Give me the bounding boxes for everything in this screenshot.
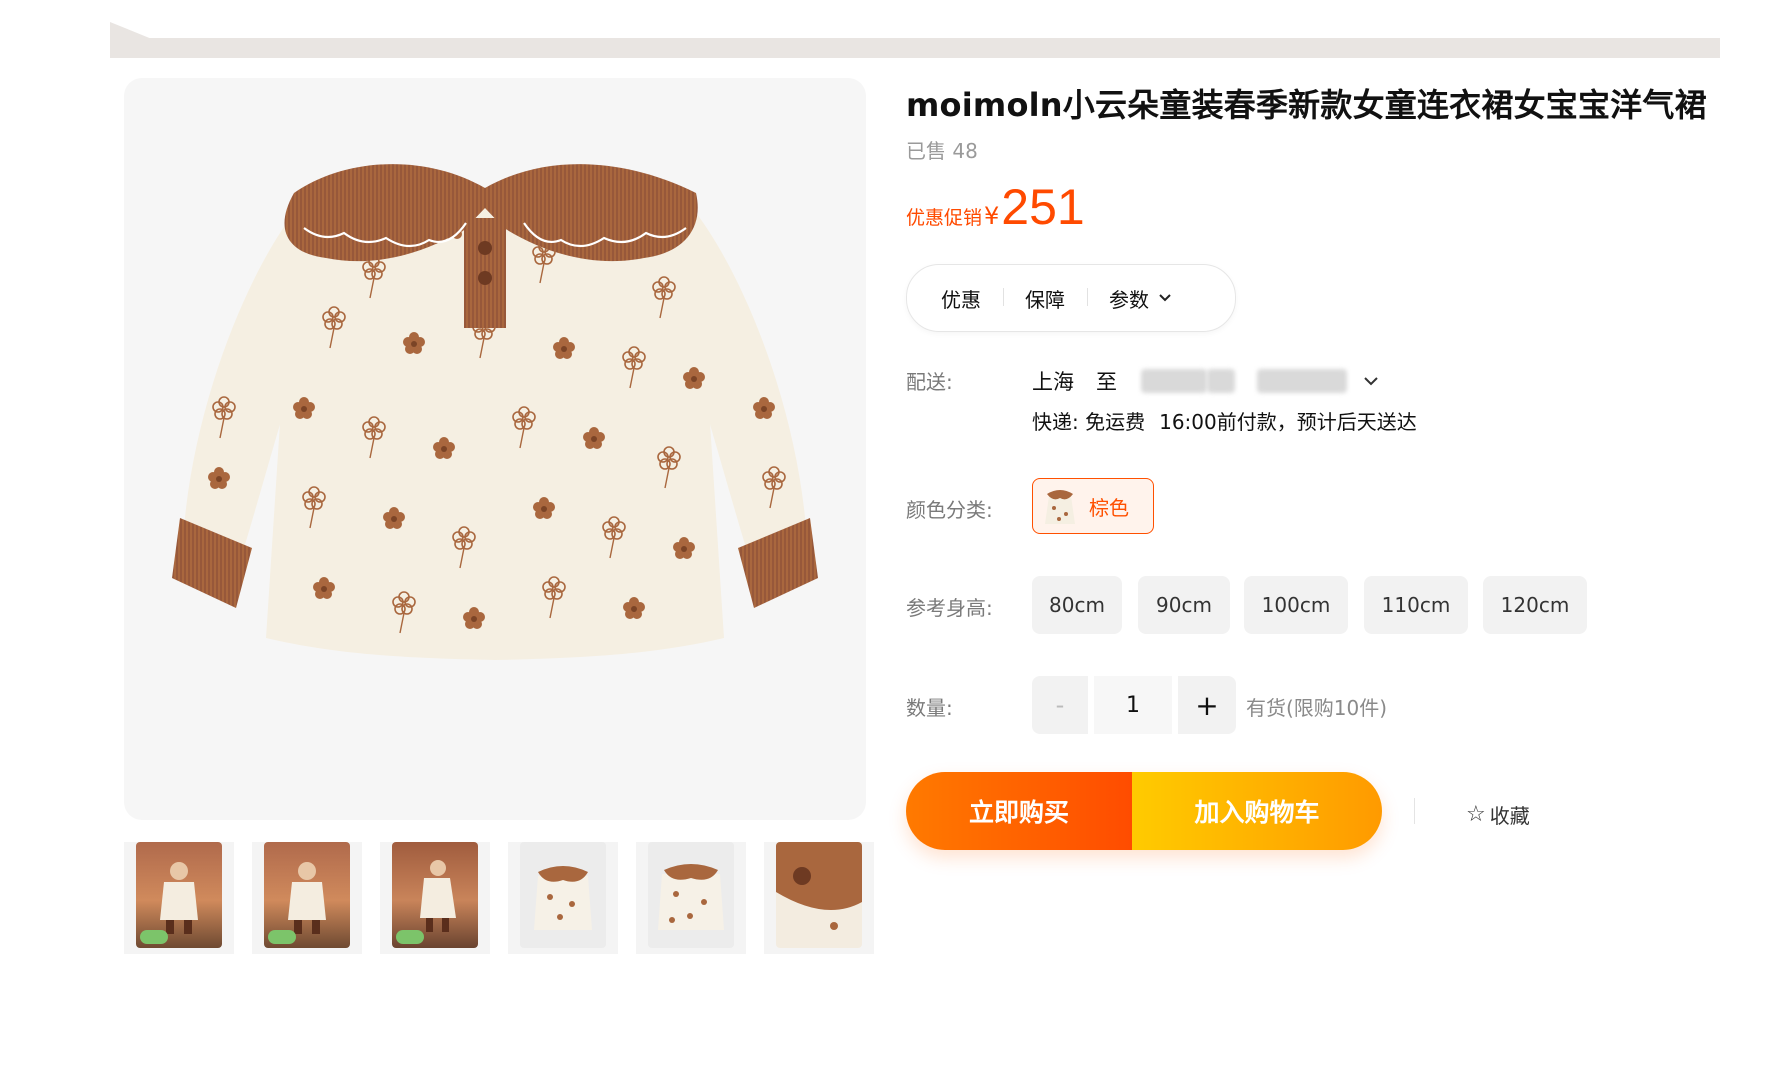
tab-label: 参数 xyxy=(1109,287,1149,312)
buy-now-button[interactable]: 立即购买 xyxy=(906,772,1132,850)
thumbnail-2[interactable] xyxy=(252,842,362,954)
quantity-decrease-button[interactable]: - xyxy=(1032,676,1088,734)
page-header-bar xyxy=(110,38,1720,58)
chevron-down-icon[interactable] xyxy=(1361,371,1381,391)
size-option-100[interactable]: 100cm xyxy=(1244,576,1348,634)
delivery-to-word: 至 xyxy=(1096,370,1117,394)
price-row: 优惠促销¥251 xyxy=(906,178,1085,236)
purchase-buttons: 立即购买 加入购物车 xyxy=(906,772,1382,850)
price-value: 251 xyxy=(1001,179,1085,235)
thumbnail-1[interactable] xyxy=(124,842,234,954)
quantity-label: 数量: xyxy=(906,696,953,720)
tab-params[interactable]: 参数 xyxy=(1087,284,1195,313)
add-to-cart-button[interactable]: 加入购物车 xyxy=(1132,772,1382,850)
delivery-eta: 16:00前付款，预计后天送达 xyxy=(1159,410,1417,434)
color-option-label: 棕色 xyxy=(1089,495,1129,520)
sold-count: 已售 48 xyxy=(906,139,978,163)
tab-guarantee[interactable]: 保障 xyxy=(1003,284,1087,313)
size-option-120[interactable]: 120cm xyxy=(1483,576,1587,634)
main-product-image[interactable] xyxy=(124,78,866,820)
blurred-province-2 xyxy=(1207,369,1235,393)
stock-status: 有货(限购10件) xyxy=(1246,696,1388,720)
thumbnail-4[interactable] xyxy=(508,842,618,954)
chevron-down-icon xyxy=(1159,294,1171,302)
blurred-province xyxy=(1141,369,1207,393)
thumbnail-5[interactable] xyxy=(636,842,746,954)
size-label: 参考身高: xyxy=(906,596,993,620)
quantity-increase-button[interactable]: + xyxy=(1178,676,1236,734)
color-swatch-image xyxy=(1045,490,1075,524)
delivery-label: 配送: xyxy=(906,370,953,394)
favorite-label: 收藏 xyxy=(1489,804,1530,828)
express-fee: 快递: 免运费 xyxy=(1032,410,1146,434)
size-option-90[interactable]: 90cm xyxy=(1138,576,1230,634)
thumbnail-strip xyxy=(124,842,884,954)
color-label: 颜色分类: xyxy=(906,498,993,522)
quantity-input[interactable]: 1 xyxy=(1094,676,1172,734)
info-tabs: 优惠 保障 参数 xyxy=(906,264,1236,332)
currency-symbol: ¥ xyxy=(984,202,1000,230)
price-label: 优惠促销 xyxy=(906,207,983,229)
thumbnail-6[interactable] xyxy=(764,842,874,954)
tab-label: 优惠 xyxy=(941,287,981,312)
favorite-button[interactable]: ☆ 收藏 xyxy=(1466,800,1530,829)
star-icon: ☆ xyxy=(1466,802,1486,827)
dress-illustration xyxy=(172,164,818,660)
size-option-110[interactable]: 110cm xyxy=(1364,576,1468,634)
blurred-city xyxy=(1257,369,1347,393)
tab-discount[interactable]: 优惠 xyxy=(907,284,1003,313)
color-option-brown[interactable]: 棕色 xyxy=(1032,478,1154,534)
thumbnail-3[interactable] xyxy=(380,842,490,954)
size-option-80[interactable]: 80cm xyxy=(1032,576,1122,634)
delivery-from: 上海 xyxy=(1032,370,1074,394)
product-title: moimoln小云朵童装春季新款女童连衣裙女宝宝洋气裙 xyxy=(906,86,1707,124)
delivery-location[interactable]: 上海 至 xyxy=(1032,366,1381,396)
divider xyxy=(1414,798,1415,824)
tab-label: 保障 xyxy=(1025,287,1065,312)
shipping-info: 快递: 免运费 16:00前付款，预计后天送达 xyxy=(1032,406,1431,435)
